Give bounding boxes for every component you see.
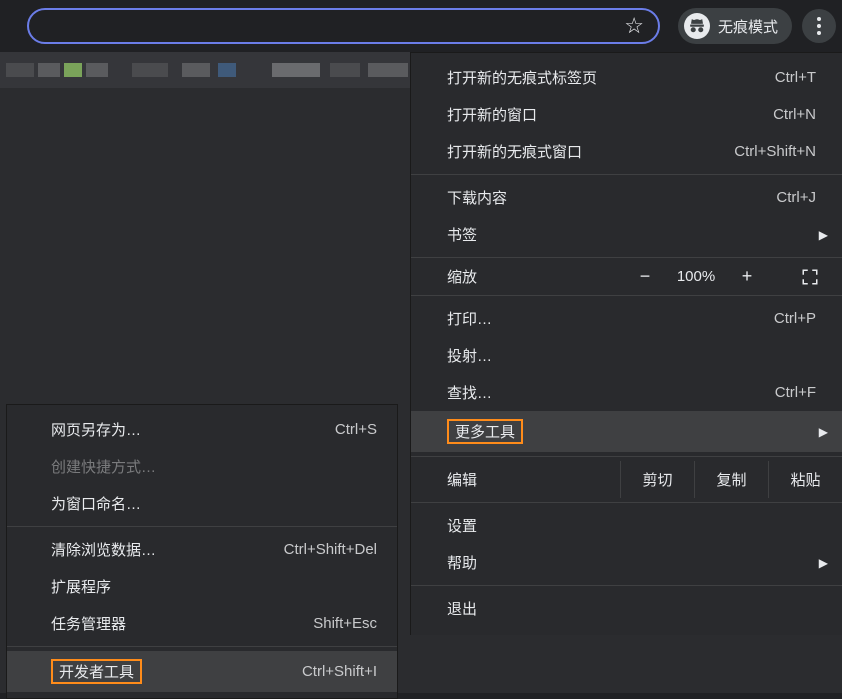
menu-item[interactable]: 下载内容Ctrl+J [411, 179, 842, 216]
submenu-item[interactable]: 扩展程序 [7, 568, 397, 605]
main-menu: 打开新的无痕式标签页Ctrl+T打开新的窗口Ctrl+N打开新的无痕式窗口Ctr… [410, 52, 842, 635]
incognito-icon [684, 13, 710, 39]
zoom-out-button[interactable]: − [624, 266, 666, 287]
chevron-right-icon: ▶ [819, 556, 828, 570]
shortcut: Shift+Esc [313, 615, 377, 632]
highlight-box: 更多工具 [447, 419, 523, 444]
cut-button[interactable]: 剪切 [620, 461, 694, 498]
submenu-item[interactable]: 开发者工具 Ctrl+Shift+I [7, 651, 397, 692]
zoom-row: 缩放 −100%+ [411, 262, 842, 291]
menu-item[interactable]: 投射… [411, 337, 842, 374]
edit-label: 编辑 [411, 461, 620, 498]
main-menu-button[interactable] [802, 9, 836, 43]
shortcut: Ctrl+S [335, 421, 377, 438]
incognito-label: 无痕模式 [718, 16, 778, 37]
highlight-box: 开发者工具 [51, 659, 142, 684]
submenu-item[interactable]: 任务管理器Shift+Esc [7, 605, 397, 642]
zoom-label: 缩放 [447, 266, 477, 287]
menu-item[interactable]: 打开新的窗口Ctrl+N [411, 96, 842, 133]
bookmark-star-icon[interactable]: ☆ [624, 13, 644, 39]
address-bar[interactable]: ☆ [27, 8, 660, 44]
submenu-item[interactable]: 网页另存为…Ctrl+S [7, 411, 397, 448]
paste-button[interactable]: 粘贴 [768, 461, 842, 498]
shortcut: Ctrl+Shift+Del [284, 541, 377, 558]
shortcut: Ctrl+J [776, 189, 816, 206]
shortcut: Ctrl+Shift+N [734, 143, 816, 160]
submenu-item: 创建快捷方式… [7, 448, 397, 485]
menu-item[interactable]: 查找…Ctrl+F [411, 374, 842, 411]
menu-item[interactable]: 书签▶ [411, 216, 842, 253]
zoom-in-button[interactable]: + [726, 266, 768, 287]
shortcut: Ctrl+T [775, 69, 816, 86]
fullscreen-icon[interactable] [788, 268, 832, 286]
chevron-right-icon: ▶ [819, 228, 828, 242]
menu-item[interactable]: 更多工具 ▶ [411, 411, 842, 452]
chevron-right-icon: ▶ [819, 425, 828, 439]
zoom-percent: 100% [666, 268, 726, 285]
edit-row: 编辑剪切复制粘贴 [411, 461, 842, 498]
shortcut: Ctrl+F [775, 384, 816, 401]
submenu-item[interactable]: 清除浏览数据…Ctrl+Shift+Del [7, 531, 397, 568]
browser-toolbar: ☆ 无痕模式 [0, 0, 842, 52]
menu-item[interactable]: 打开新的无痕式标签页Ctrl+T [411, 59, 842, 96]
menu-item[interactable]: 帮助▶ [411, 544, 842, 581]
menu-item[interactable]: 退出 [411, 590, 842, 627]
shortcut: Ctrl+P [774, 310, 816, 327]
submenu-item[interactable]: 为窗口命名… [7, 485, 397, 522]
menu-item[interactable]: 打印…Ctrl+P [411, 300, 842, 337]
shortcut: Ctrl+Shift+I [302, 663, 377, 680]
incognito-badge[interactable]: 无痕模式 [678, 8, 792, 44]
dots-vertical-icon [817, 17, 821, 35]
more-tools-submenu: 网页另存为…Ctrl+S创建快捷方式…为窗口命名… 清除浏览数据…Ctrl+Shi… [6, 404, 398, 699]
menu-item[interactable]: 打开新的无痕式窗口Ctrl+Shift+N [411, 133, 842, 170]
copy-button[interactable]: 复制 [694, 461, 768, 498]
shortcut: Ctrl+N [773, 106, 816, 123]
menu-item[interactable]: 设置 [411, 507, 842, 544]
